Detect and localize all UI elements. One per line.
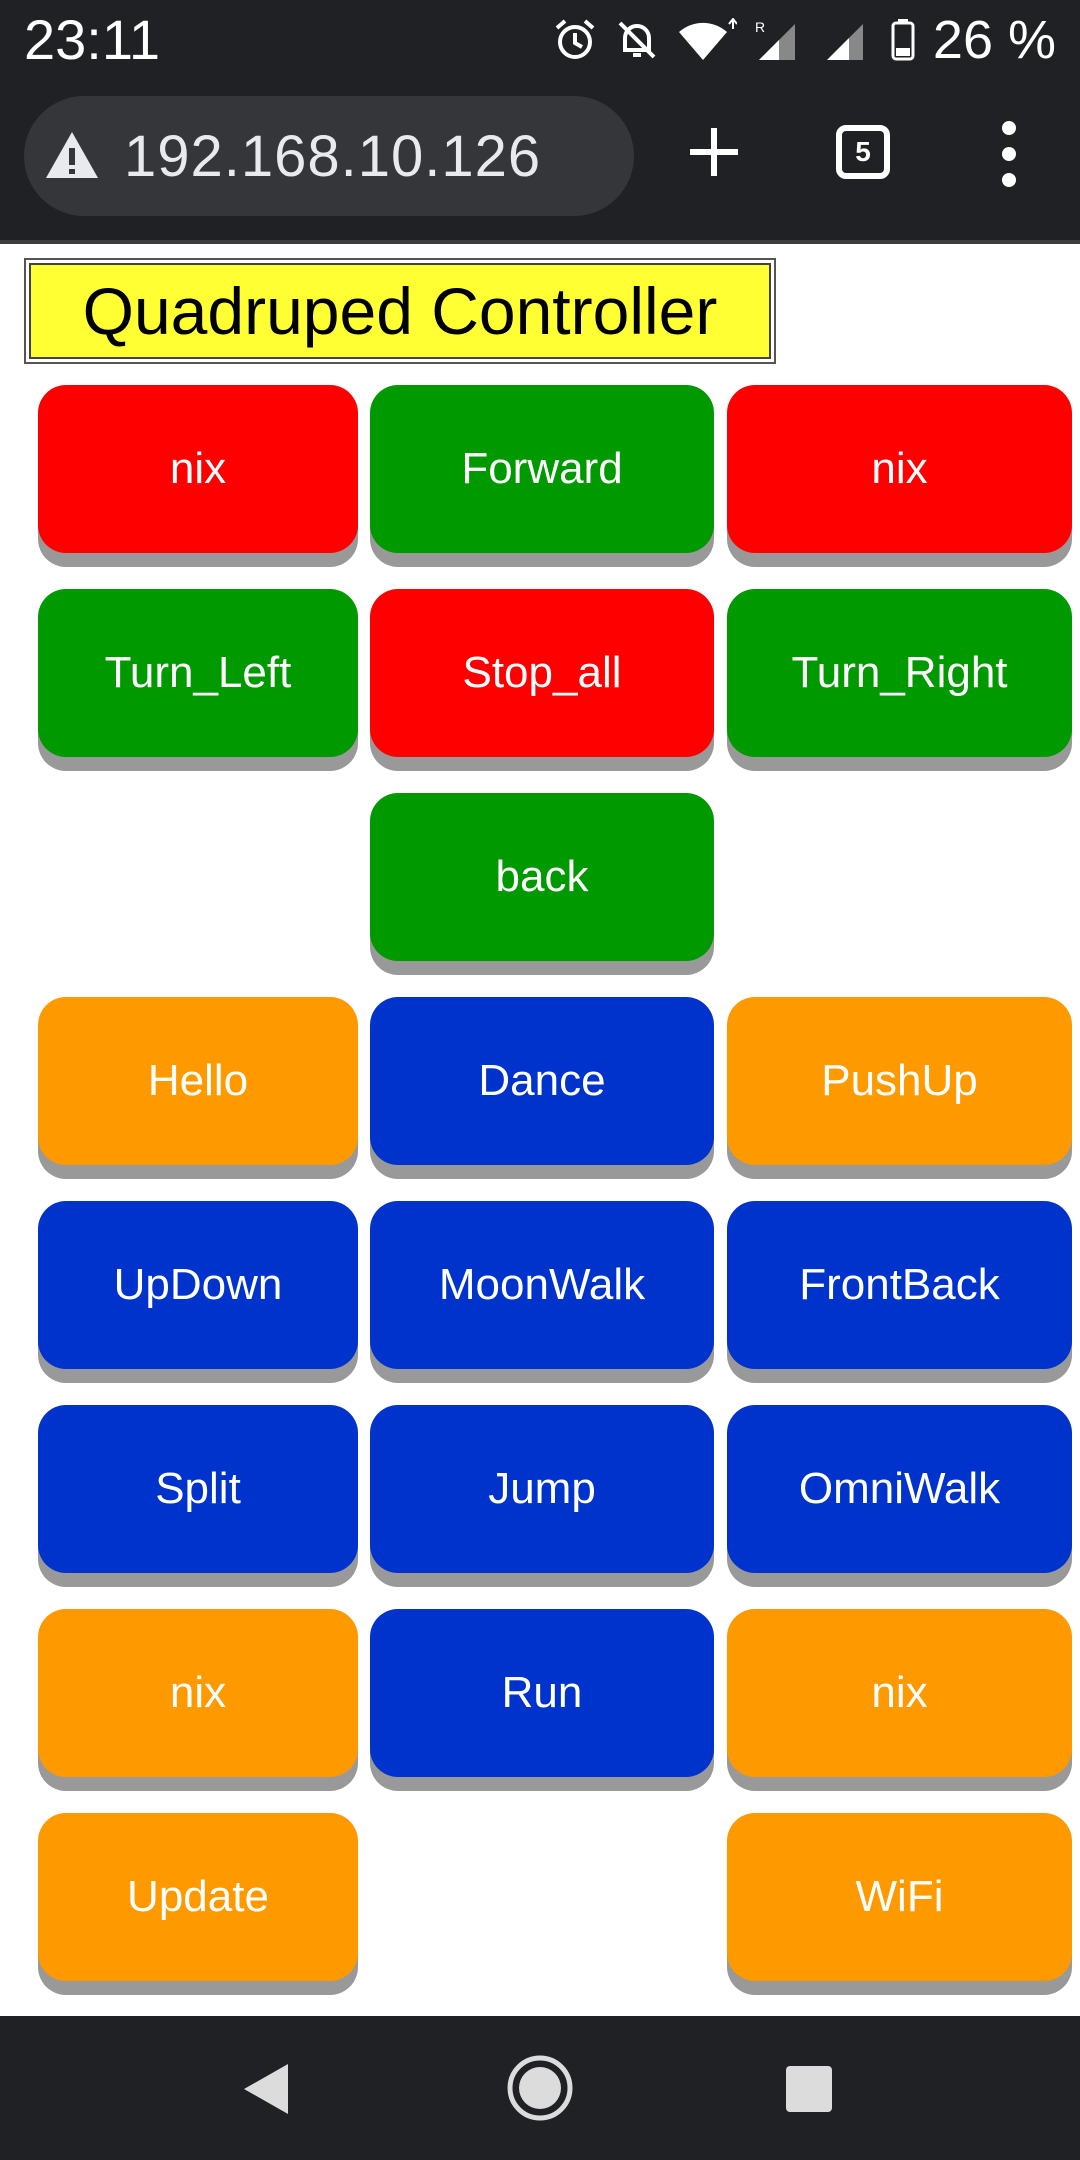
nix-button-1[interactable]: nix <box>38 385 358 553</box>
dance-button[interactable]: Dance <box>370 997 714 1165</box>
home-icon[interactable] <box>506 2054 574 2122</box>
url-text[interactable]: 192.168.10.126 <box>124 123 541 190</box>
toolbar-divider <box>0 240 1080 244</box>
turn-right-button[interactable]: Turn_Right <box>727 589 1072 757</box>
svg-text:R: R <box>755 19 765 35</box>
address-bar[interactable]: 192.168.10.126 <box>24 96 634 216</box>
page-title-box: Quadruped Controller <box>24 258 776 364</box>
signal-roaming-icon: R <box>755 19 795 60</box>
battery-percentage: 26 % <box>932 10 1056 70</box>
wifi-icon <box>678 18 737 60</box>
updown-button[interactable]: UpDown <box>38 1201 358 1369</box>
nix-button-4[interactable]: nix <box>727 1609 1072 1777</box>
run-button[interactable]: Run <box>370 1609 714 1777</box>
back-button[interactable]: back <box>370 793 714 961</box>
recents-icon[interactable] <box>786 2066 832 2112</box>
signal-icon <box>826 24 863 60</box>
forward-button[interactable]: Forward <box>370 385 714 553</box>
not-secure-warning-icon[interactable] <box>44 128 100 184</box>
page-title: Quadruped Controller <box>29 263 771 359</box>
alarm-icon <box>555 19 595 59</box>
status-icons: R 26 % <box>553 8 1056 72</box>
stop-all-button[interactable]: Stop_all <box>370 589 714 757</box>
tab-switcher-button[interactable]: 5 <box>836 125 890 179</box>
new-tab-icon[interactable] <box>686 124 742 180</box>
back-icon[interactable] <box>242 2062 290 2116</box>
wifi-button[interactable]: WiFi <box>727 1813 1072 1981</box>
hello-button[interactable]: Hello <box>38 997 358 1165</box>
battery-icon <box>891 19 915 61</box>
notifications-off-icon <box>618 21 656 59</box>
nix-button-3[interactable]: nix <box>38 1609 358 1777</box>
browser-toolbar: 192.168.10.126 5 <box>0 80 1080 240</box>
turn-left-button[interactable]: Turn_Left <box>38 589 358 757</box>
moonwalk-button[interactable]: MoonWalk <box>370 1201 714 1369</box>
nix-button-2[interactable]: nix <box>727 385 1072 553</box>
status-bar: 23:11 R 26 % <box>0 0 1080 80</box>
jump-button[interactable]: Jump <box>370 1405 714 1573</box>
overflow-menu-icon[interactable] <box>994 118 1024 190</box>
omniwalk-button[interactable]: OmniWalk <box>727 1405 1072 1573</box>
system-nav-bar <box>0 2016 1080 2160</box>
split-button[interactable]: Split <box>38 1405 358 1573</box>
pushup-button[interactable]: PushUp <box>727 997 1072 1165</box>
phone-screen: 23:11 R 26 % 192.168.10.126 5 Quadruped … <box>0 0 1080 2160</box>
tab-count: 5 <box>855 136 871 167</box>
frontback-button[interactable]: FrontBack <box>727 1201 1072 1369</box>
status-time: 23:11 <box>24 8 160 71</box>
update-button[interactable]: Update <box>38 1813 358 1981</box>
